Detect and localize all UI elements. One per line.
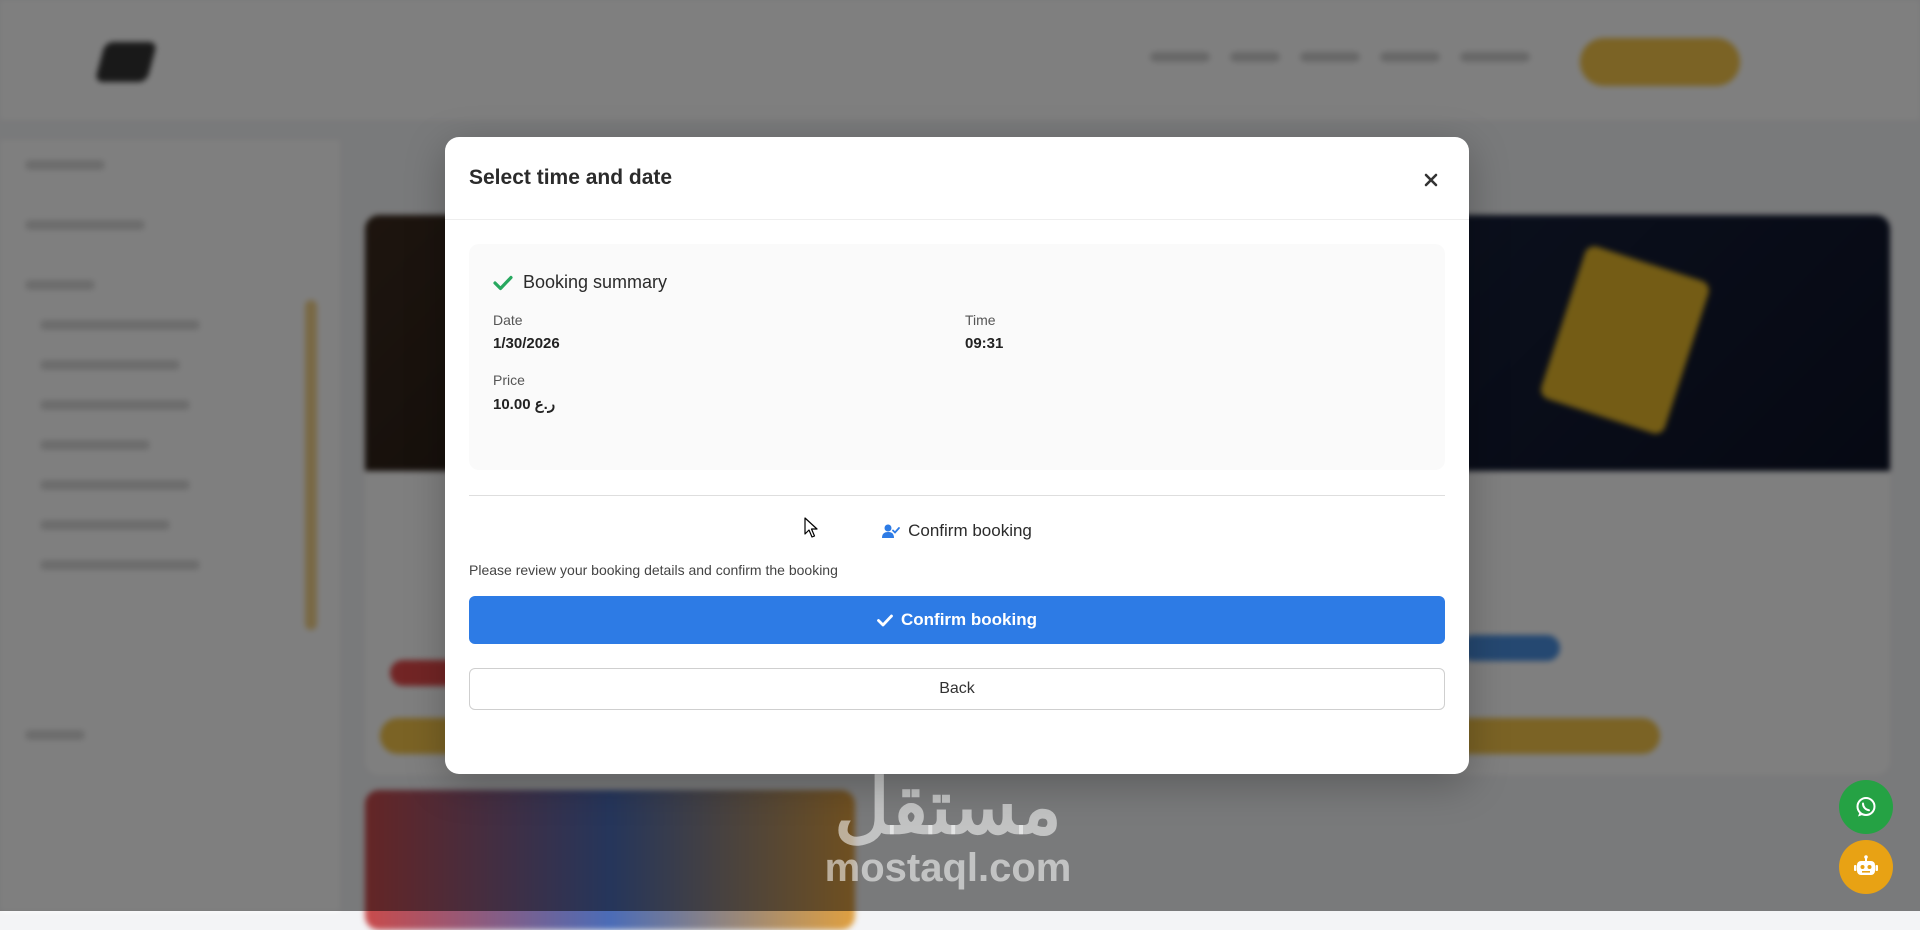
user-check-icon [882, 524, 901, 538]
back-button-label: Back [939, 680, 975, 697]
chatbot-button[interactable] [1839, 840, 1893, 894]
confirm-instructions: Please review your booking details and c… [469, 562, 838, 578]
mouse-cursor-icon [804, 517, 818, 538]
price-label: Price [493, 372, 525, 388]
whatsapp-button[interactable] [1839, 780, 1893, 834]
watermark-arabic: مستقل [834, 765, 1062, 850]
robot-icon [1854, 855, 1878, 875]
close-button[interactable] [1416, 165, 1446, 195]
divider [469, 495, 1445, 496]
back-button[interactable]: Back [469, 668, 1445, 710]
confirm-booking-button-label: Confirm booking [901, 610, 1037, 629]
watermark: مستقل mostaql.com [818, 765, 1078, 891]
time-value: 09:31 [965, 335, 1004, 352]
booking-summary: Booking summary Date 1/30/2026 Time 09:3… [469, 244, 1445, 470]
booking-summary-heading: Booking summary [493, 272, 667, 293]
close-icon [1424, 173, 1438, 187]
time-label: Time [965, 312, 996, 328]
modal-header: Select time and date [445, 137, 1469, 220]
check-icon [877, 614, 893, 626]
watermark-latin: mostaql.com [824, 846, 1072, 890]
confirm-booking-button[interactable]: Confirm booking [469, 596, 1445, 644]
booking-summary-title: Booking summary [523, 272, 668, 292]
confirm-heading: Confirm booking [445, 521, 1469, 541]
booking-modal: Select time and date Booking summary Dat… [445, 137, 1469, 774]
date-value: 1/30/2026 [493, 335, 560, 352]
confirm-heading-text: Confirm booking [908, 521, 1032, 540]
modal-title: Select time and date [469, 166, 673, 189]
date-label: Date [493, 312, 523, 328]
price-value: 10.00 ر.ع [493, 396, 556, 413]
whatsapp-icon [1856, 797, 1876, 817]
check-icon [493, 275, 513, 290]
